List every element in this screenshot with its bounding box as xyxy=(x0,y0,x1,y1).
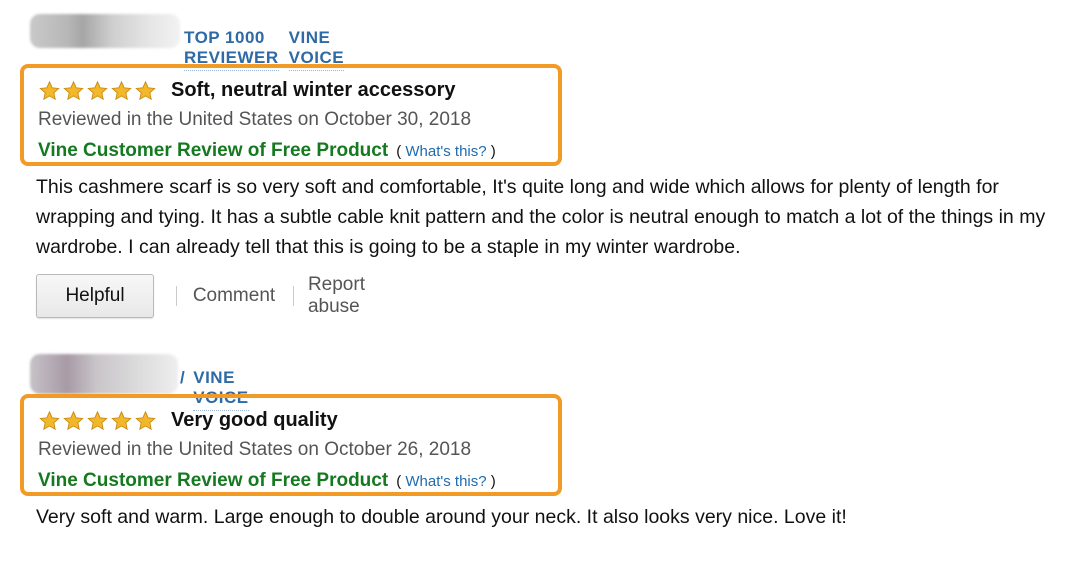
star-icon xyxy=(39,80,60,100)
star-icon xyxy=(111,410,132,430)
blurred-reviewer-name xyxy=(30,354,178,394)
star-rating[interactable] xyxy=(38,410,157,432)
whats-this-wrapper: ( What's this? ) xyxy=(396,143,496,160)
review-body: This cashmere scarf is so very soft and … xyxy=(36,176,1046,258)
star-icon xyxy=(135,410,156,430)
report-abuse-link[interactable]: Report abuse xyxy=(308,274,397,318)
highlighted-review-header: Very good quality Reviewed in the United… xyxy=(20,394,562,496)
vine-row: Vine Customer Review of Free Product ( W… xyxy=(38,140,496,162)
star-icon xyxy=(63,410,84,430)
action-divider xyxy=(176,286,177,306)
whats-this-link[interactable]: What's this? xyxy=(405,473,486,490)
review-body: Very soft and warm. Large enough to doub… xyxy=(36,506,847,528)
star-icon xyxy=(39,410,60,430)
paren-close: ) xyxy=(490,473,496,490)
vine-customer-label: Vine Customer Review of Free Product xyxy=(38,470,389,491)
vine-customer-label: Vine Customer Review of Free Product xyxy=(38,140,389,161)
star-icon xyxy=(87,80,108,100)
star-icon xyxy=(111,80,132,100)
review-title[interactable]: Very good quality xyxy=(171,409,338,432)
whats-this-link[interactable]: What's this? xyxy=(405,143,486,160)
paren-close: ) xyxy=(490,143,496,160)
action-divider xyxy=(293,286,294,306)
star-icon xyxy=(87,410,108,430)
rating-title-row: Soft, neutral winter accessory xyxy=(38,79,456,102)
review-date: Reviewed in the United States on October… xyxy=(38,439,472,460)
star-rating[interactable] xyxy=(38,80,157,102)
review-actions: Helpful Comment Report abuse xyxy=(36,274,397,318)
whats-this-wrapper: ( What's this? ) xyxy=(396,473,496,490)
star-icon xyxy=(63,80,84,100)
highlighted-review-header: Soft, neutral winter accessory Reviewed … xyxy=(20,64,562,166)
helpful-button[interactable]: Helpful xyxy=(36,274,155,318)
reviews-page: TOP 1000 REVIEWER VINE VOICE Soft, neutr… xyxy=(0,0,1071,571)
blurred-reviewer-name xyxy=(30,14,180,48)
paren-open: ( xyxy=(396,473,402,490)
paren-open: ( xyxy=(396,143,402,160)
rating-title-row: Very good quality xyxy=(38,409,338,432)
review-title[interactable]: Soft, neutral winter accessory xyxy=(171,79,456,102)
vine-row: Vine Customer Review of Free Product ( W… xyxy=(38,470,496,492)
star-icon xyxy=(135,80,156,100)
review-date: Reviewed in the United States on October… xyxy=(38,109,472,130)
comment-link[interactable]: Comment xyxy=(193,285,275,307)
